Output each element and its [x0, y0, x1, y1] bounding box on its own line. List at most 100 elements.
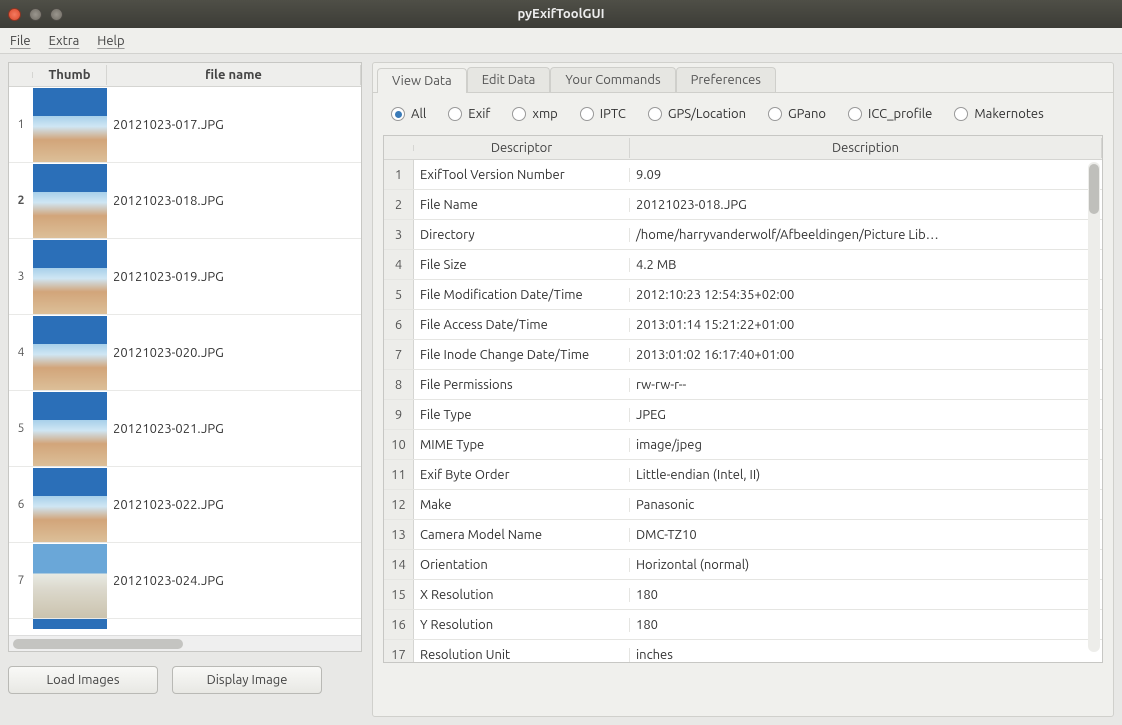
row-index: 8 — [384, 370, 414, 399]
row-index: 16 — [384, 610, 414, 639]
vertical-scrollbar[interactable] — [1088, 162, 1100, 652]
filter-exif[interactable]: Exif — [448, 107, 490, 121]
table-row[interactable]: 7File Inode Change Date/Time2013:01:02 1… — [384, 340, 1102, 370]
data-table: Descriptor Description 1ExifTool Version… — [383, 135, 1103, 663]
row-descriptor: File Access Date/Time — [414, 318, 630, 332]
filter-iptc-label: IPTC — [600, 107, 626, 121]
row-descriptor: Resolution Unit — [414, 648, 630, 662]
row-index: 10 — [384, 430, 414, 459]
row-index: 4 — [384, 250, 414, 279]
tabs: View Data Edit Data Your Commands Prefer… — [373, 63, 1113, 93]
row-index: 2 — [384, 190, 414, 219]
file-row[interactable]: 120121023-017.JPG — [9, 87, 361, 163]
table-row[interactable]: 16Y Resolution180 — [384, 610, 1102, 640]
table-row[interactable]: 15X Resolution180 — [384, 580, 1102, 610]
row-descriptor: Orientation — [414, 558, 630, 572]
row-value: DMC-TZ10 — [630, 528, 1102, 542]
tab-edit-data[interactable]: Edit Data — [467, 67, 551, 92]
filter-icc[interactable]: ICC_profile — [848, 107, 932, 121]
filter-maker-label: Makernotes — [974, 107, 1043, 121]
table-row[interactable]: 10MIME Typeimage/jpeg — [384, 430, 1102, 460]
row-descriptor: Camera Model Name — [414, 528, 630, 542]
row-value: Panasonic — [630, 498, 1102, 512]
filter-makernotes[interactable]: Makernotes — [954, 107, 1043, 121]
load-images-button[interactable]: Load Images — [8, 666, 158, 694]
file-row-index: 5 — [9, 422, 33, 435]
row-value: 9.09 — [630, 168, 1102, 182]
table-row[interactable]: 11Exif Byte OrderLittle-endian (Intel, I… — [384, 460, 1102, 490]
table-row[interactable]: 8File Permissionsrw-rw-r-- — [384, 370, 1102, 400]
dth-index[interactable] — [384, 145, 414, 151]
dth-description[interactable]: Description — [630, 138, 1102, 158]
file-row-index: 7 — [9, 574, 33, 587]
thumbnail-image — [33, 316, 107, 390]
file-row[interactable]: 2 20121023-018.JPG — [9, 163, 361, 239]
table-row[interactable]: 1ExifTool Version Number9.09 — [384, 160, 1102, 190]
display-image-button[interactable]: Display Image — [172, 666, 322, 694]
table-row[interactable]: 3Directory/home/harryvanderwolf/Afbeeldi… — [384, 220, 1102, 250]
file-name: 20121023-024.JPG — [107, 574, 361, 588]
row-descriptor: File Name — [414, 198, 630, 212]
filter-xmp[interactable]: xmp — [512, 107, 557, 121]
row-value: 180 — [630, 588, 1102, 602]
table-row[interactable]: 4File Size4.2 MB — [384, 250, 1102, 280]
file-row[interactable]: 420121023-020.JPG — [9, 315, 361, 391]
filter-xmp-label: xmp — [532, 107, 557, 121]
table-row[interactable]: 13Camera Model NameDMC-TZ10 — [384, 520, 1102, 550]
file-list[interactable]: 120121023-017.JPG 2 20121023-018.JPG 320121… — [9, 87, 361, 629]
menu-help[interactable]: Help — [97, 34, 124, 48]
file-row[interactable]: 320121023-019.JPG — [9, 239, 361, 315]
table-row[interactable]: 2File Name20121023-018.JPG — [384, 190, 1102, 220]
table-row[interactable]: 9File TypeJPEG — [384, 400, 1102, 430]
filter-icc-label: ICC_profile — [868, 107, 932, 121]
row-value: Horizontal (normal) — [630, 558, 1102, 572]
row-descriptor: Y Resolution — [414, 618, 630, 632]
file-name: 20121023-022.JPG — [107, 498, 361, 512]
filter-gps[interactable]: GPS/Location — [648, 107, 746, 121]
row-index: 15 — [384, 580, 414, 609]
file-row[interactable]: 620121023-022.JPG — [9, 467, 361, 543]
tab-preferences[interactable]: Preferences — [676, 67, 776, 92]
table-row[interactable]: 5File Modification Date/Time2012:10:23 1… — [384, 280, 1102, 310]
table-row[interactable]: 12MakePanasonic — [384, 490, 1102, 520]
col-index[interactable] — [9, 72, 33, 78]
table-row[interactable]: 14OrientationHorizontal (normal) — [384, 550, 1102, 580]
thumbnail-image — [33, 468, 107, 542]
tab-view-data[interactable]: View Data — [377, 68, 467, 93]
dth-descriptor[interactable]: Descriptor — [414, 138, 630, 158]
menu-extra[interactable]: Extra — [49, 34, 80, 48]
tab-your-commands[interactable]: Your Commands — [550, 67, 675, 92]
filter-row: All Exif xmp IPTC GPS/Location GPano ICC… — [373, 93, 1113, 135]
menu-file[interactable]: File — [10, 34, 31, 48]
table-row[interactable]: 17Resolution Unitinches — [384, 640, 1102, 662]
file-name: 20121023-021.JPG — [107, 422, 361, 436]
file-name: 20121023-018.JPG — [107, 194, 361, 208]
filter-gpano[interactable]: GPano — [768, 107, 826, 121]
row-index: 17 — [384, 640, 414, 662]
data-table-body[interactable]: 1ExifTool Version Number9.092File Name20… — [384, 160, 1102, 662]
row-descriptor: X Resolution — [414, 588, 630, 602]
horizontal-scrollbar[interactable] — [9, 635, 361, 651]
content: Thumb file name 120121023-017.JPG 2 201210… — [0, 54, 1122, 725]
file-row-index: 2 — [9, 194, 33, 207]
row-value: 20121023-018.JPG — [630, 198, 1102, 212]
col-thumb[interactable]: Thumb — [33, 65, 107, 85]
table-row[interactable]: 6File Access Date/Time2013:01:14 15:21:2… — [384, 310, 1102, 340]
radio-icon — [954, 107, 968, 121]
row-descriptor: Make — [414, 498, 630, 512]
file-row[interactable]: 5 20121023-021.JPG — [9, 391, 361, 467]
filter-all-label: All — [411, 107, 426, 121]
titlebar: pyExifToolGUI — [0, 0, 1122, 28]
file-row[interactable]: 7 20121023-024.JPG — [9, 543, 361, 619]
left-buttons: Load Images Display Image — [8, 666, 362, 694]
row-descriptor: File Permissions — [414, 378, 630, 392]
filter-iptc[interactable]: IPTC — [580, 107, 626, 121]
file-row[interactable] — [9, 619, 361, 629]
row-descriptor: File Size — [414, 258, 630, 272]
row-value: JPEG — [630, 408, 1102, 422]
col-filename[interactable]: file name — [107, 65, 361, 85]
filter-all[interactable]: All — [391, 107, 426, 121]
row-descriptor: MIME Type — [414, 438, 630, 452]
menubar: File Extra Help — [0, 28, 1122, 54]
row-value: 4.2 MB — [630, 258, 1102, 272]
